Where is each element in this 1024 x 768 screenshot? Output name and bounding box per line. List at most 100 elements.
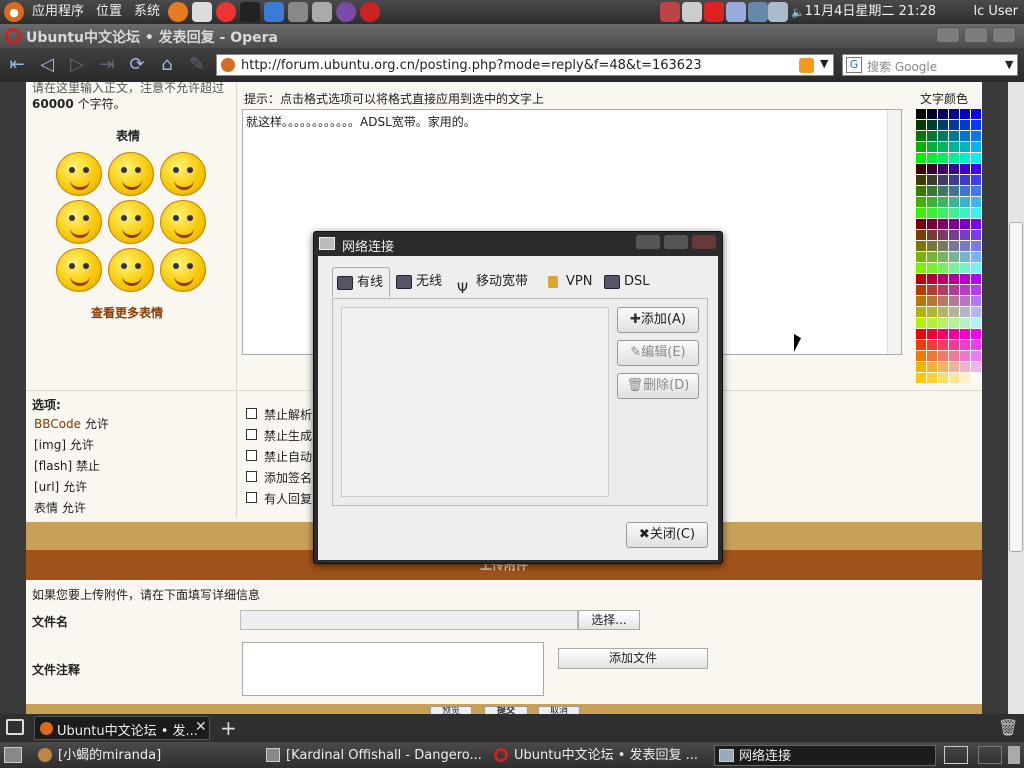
color-swatch[interactable] — [916, 318, 926, 328]
color-swatch[interactable] — [916, 285, 926, 295]
color-swatch[interactable] — [938, 230, 948, 240]
color-swatch[interactable] — [938, 285, 948, 295]
checkbox-disable-bbcode[interactable] — [246, 408, 257, 419]
home-icon[interactable]: ⌂ — [156, 54, 178, 76]
color-swatch[interactable] — [938, 164, 948, 174]
color-swatch[interactable] — [960, 340, 970, 350]
color-swatch[interactable] — [927, 362, 937, 372]
color-swatch[interactable] — [916, 153, 926, 163]
color-swatch[interactable] — [927, 241, 937, 251]
color-swatch[interactable] — [938, 208, 948, 218]
color-swatch[interactable] — [960, 307, 970, 317]
user-menu[interactable]: lc User — [973, 0, 1018, 24]
color-swatch[interactable] — [927, 186, 937, 196]
search-bar[interactable]: G 搜索 Google ▼ — [842, 54, 1018, 76]
color-swatch[interactable] — [927, 153, 937, 163]
color-swatch[interactable] — [949, 263, 959, 273]
color-swatch[interactable] — [960, 219, 970, 229]
color-swatch[interactable] — [916, 197, 926, 207]
filename-input[interactable] — [240, 610, 578, 630]
close-dialog-button[interactable]: ✖关闭(C) — [626, 522, 708, 548]
color-swatch[interactable] — [971, 318, 981, 328]
color-swatch[interactable] — [971, 362, 981, 372]
display-icon[interactable] — [768, 2, 788, 22]
tray-icon-2[interactable] — [682, 2, 702, 22]
color-swatch[interactable] — [960, 263, 970, 273]
color-swatch[interactable] — [949, 274, 959, 284]
color-swatch[interactable] — [949, 186, 959, 196]
color-swatch[interactable] — [960, 186, 970, 196]
color-swatch[interactable] — [938, 362, 948, 372]
rss-icon[interactable] — [799, 58, 814, 73]
taskbar-item-music[interactable]: [Kardinal Offishall - Dangero... — [262, 745, 484, 766]
color-swatch[interactable] — [938, 373, 948, 383]
launcher-icon[interactable] — [264, 2, 285, 22]
color-swatch[interactable] — [927, 263, 937, 273]
ubuntu-logo-icon[interactable]: ● — [4, 2, 24, 22]
taskbar-item-network[interactable]: 网络连接 — [714, 745, 936, 766]
add-file-button[interactable]: 添加文件 — [558, 648, 708, 669]
dialog-maximize-button[interactable] — [664, 235, 688, 249]
color-swatch[interactable] — [916, 109, 926, 119]
tab-wired[interactable]: 有线 — [332, 267, 390, 297]
color-swatch[interactable] — [916, 373, 926, 383]
color-swatch[interactable] — [916, 241, 926, 251]
qq-icon[interactable] — [240, 2, 261, 22]
color-swatch[interactable] — [927, 175, 937, 185]
color-swatch[interactable] — [949, 285, 959, 295]
color-swatch[interactable] — [938, 142, 948, 152]
color-swatch[interactable] — [960, 230, 970, 240]
color-swatch[interactable] — [916, 120, 926, 130]
add-connection-button[interactable]: ✚添加(A) — [617, 307, 699, 333]
color-swatch[interactable] — [938, 197, 948, 207]
back-icon[interactable]: ◁ — [36, 54, 58, 76]
cancel-button[interactable]: 取消 — [538, 706, 580, 714]
color-swatch[interactable] — [971, 142, 981, 152]
browse-button[interactable]: 选择... — [578, 610, 640, 630]
settings-icon[interactable] — [312, 2, 333, 22]
emoticon-shout[interactable] — [108, 200, 154, 244]
color-swatch[interactable] — [916, 186, 926, 196]
color-swatch[interactable] — [960, 362, 970, 372]
color-swatch[interactable] — [949, 109, 959, 119]
color-swatch[interactable] — [949, 307, 959, 317]
color-swatch[interactable] — [916, 164, 926, 174]
color-swatch[interactable] — [971, 340, 981, 350]
color-swatch[interactable] — [949, 318, 959, 328]
color-swatch[interactable] — [938, 263, 948, 273]
emoticon-cool[interactable] — [56, 248, 102, 292]
color-swatch[interactable] — [927, 307, 937, 317]
color-swatch[interactable] — [960, 274, 970, 284]
dialog-minimize-button[interactable] — [636, 235, 660, 249]
color-swatch[interactable] — [971, 351, 981, 361]
color-swatch[interactable] — [916, 274, 926, 284]
tab-vpn[interactable]: VPN — [542, 267, 598, 297]
new-tab-icon[interactable]: + — [220, 716, 237, 740]
tray-icon-1[interactable] — [660, 2, 680, 22]
color-swatch[interactable] — [938, 274, 948, 284]
color-swatch[interactable] — [927, 164, 937, 174]
color-swatch[interactable] — [971, 329, 981, 339]
color-swatch[interactable] — [938, 219, 948, 229]
color-swatch[interactable] — [938, 296, 948, 306]
reload-icon[interactable]: ⟳ — [126, 54, 148, 76]
color-swatch[interactable] — [960, 131, 970, 141]
color-swatch[interactable] — [960, 296, 970, 306]
color-swatch[interactable] — [949, 230, 959, 240]
color-swatch[interactable] — [938, 307, 948, 317]
color-swatch[interactable] — [960, 285, 970, 295]
color-swatch[interactable] — [971, 230, 981, 240]
color-swatch[interactable] — [927, 373, 937, 383]
search-dropdown-icon[interactable]: ▼ — [1005, 58, 1013, 71]
preview-button[interactable]: 预览 — [430, 706, 472, 714]
color-swatch[interactable] — [927, 219, 937, 229]
show-desktop-icon[interactable] — [4, 747, 22, 763]
color-swatch[interactable] — [938, 318, 948, 328]
color-swatch[interactable] — [949, 197, 959, 207]
color-swatch[interactable] — [927, 131, 937, 141]
delete-connection-button[interactable]: 🗑删除(D) — [617, 373, 699, 399]
color-swatch[interactable] — [960, 153, 970, 163]
message-text[interactable]: 就这样。。。。。。。。。。。。ADSL宽带。家用的。 — [246, 113, 476, 130]
color-swatch[interactable] — [938, 329, 948, 339]
edit-icon[interactable]: ✎ — [186, 54, 208, 76]
